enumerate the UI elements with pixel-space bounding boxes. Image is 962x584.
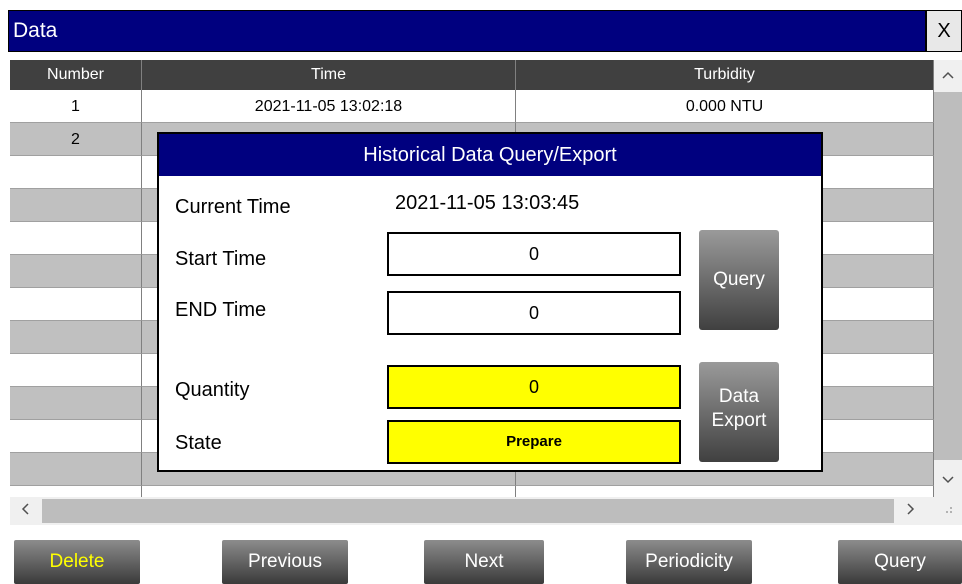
start-time-field[interactable]: 0 [387, 232, 681, 276]
query-button[interactable]: Query [838, 540, 962, 584]
state-field: Prepare [387, 420, 681, 464]
scroll-right-icon[interactable] [896, 497, 926, 525]
cell-turbidity: 0.000 NTU [516, 90, 934, 123]
data-export-button[interactable]: Data Export [699, 362, 779, 462]
scroll-down-icon[interactable] [934, 465, 962, 495]
vertical-scroll-thumb[interactable] [934, 92, 962, 460]
horizontal-scroll-thumb[interactable] [42, 499, 894, 523]
historical-query-dialog: Historical Data Query/Export Current Tim… [157, 132, 823, 472]
quantity-field: 0 [387, 365, 681, 409]
resize-grip-icon [934, 497, 962, 525]
cell-number: 2 [10, 123, 142, 156]
periodicity-button[interactable]: Periodicity [626, 540, 752, 584]
data-export-line1: Data [718, 386, 760, 407]
delete-button[interactable]: Delete [14, 540, 140, 584]
scroll-left-icon[interactable] [10, 497, 40, 525]
column-header-time[interactable]: Time [142, 60, 516, 90]
end-time-field[interactable]: 0 [387, 291, 681, 335]
dialog-query-button[interactable]: Query [699, 230, 779, 330]
data-export-line2: Export [711, 410, 767, 431]
previous-button[interactable]: Previous [222, 540, 348, 584]
state-label: State [175, 432, 222, 454]
cell-number: 1 [10, 90, 142, 123]
cell-time: 2021-11-05 13:02:18 [142, 90, 516, 123]
current-time-label: Current Time [175, 196, 291, 218]
table-row[interactable]: 1 2021-11-05 13:02:18 0.000 NTU [10, 90, 934, 123]
next-button[interactable]: Next [424, 540, 544, 584]
window-title: Data [13, 19, 58, 42]
dialog-title: Historical Data Query/Export [159, 134, 821, 176]
close-button[interactable]: X [926, 10, 962, 52]
current-time-value: 2021-11-05 13:03:45 [395, 192, 580, 214]
column-header-turbidity[interactable]: Turbidity [516, 60, 934, 90]
scroll-up-icon[interactable] [934, 60, 962, 90]
window-title-bar: Data [8, 10, 926, 52]
end-time-label: END Time [175, 299, 267, 321]
quantity-label: Quantity [175, 379, 250, 401]
table-row[interactable] [10, 486, 934, 497]
column-header-number[interactable]: Number [10, 60, 142, 90]
start-time-label: Start Time [175, 248, 267, 270]
